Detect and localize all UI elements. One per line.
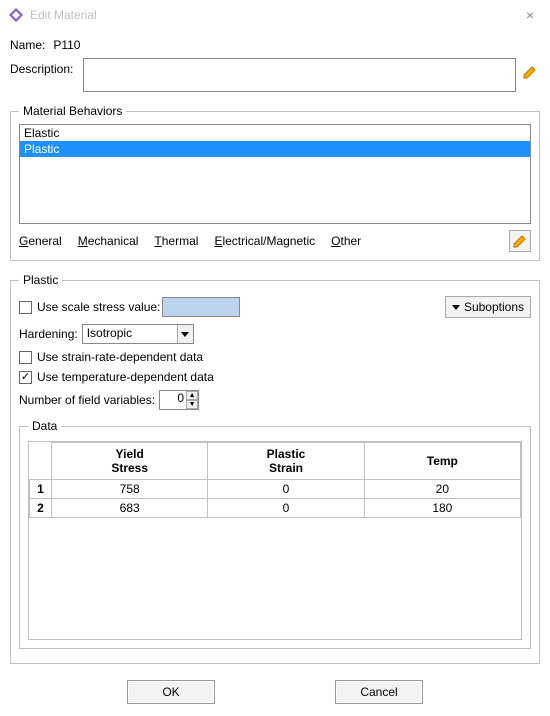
use-scale-label: Use scale stress value: (37, 300, 160, 314)
window-title: Edit Material (30, 8, 97, 22)
name-label: Name: (10, 38, 45, 52)
description-input[interactable] (83, 58, 516, 92)
col-header-yield[interactable]: YieldStress (52, 443, 208, 480)
data-group: Data YieldStress PlasticStrain Temp (19, 419, 531, 649)
menu-mechanical[interactable]: Mechanical (78, 234, 139, 248)
cell-temp[interactable]: 180 (364, 499, 520, 518)
suboptions-button[interactable]: Suboptions (445, 296, 531, 318)
plastic-legend: Plastic (19, 273, 62, 287)
menu-electrical[interactable]: Electrical/Magnetic (214, 234, 315, 248)
chevron-down-icon (181, 332, 189, 337)
cell-yield[interactable]: 758 (52, 480, 208, 499)
temp-dependent-label: Use temperature-dependent data (37, 370, 214, 384)
pencil-icon[interactable] (522, 64, 540, 82)
row-header-blank (30, 443, 52, 480)
ok-button[interactable]: OK (127, 680, 215, 704)
title-bar: Edit Material × (0, 0, 550, 30)
name-value: P110 (53, 38, 80, 52)
strain-rate-checkbox[interactable] (19, 351, 32, 364)
data-legend: Data (28, 419, 61, 433)
table-row[interactable]: 2 683 0 180 (30, 499, 521, 518)
behaviors-item-plastic[interactable]: Plastic (20, 141, 530, 157)
hardening-label: Hardening: (19, 327, 78, 341)
app-icon (8, 7, 24, 23)
material-behaviors-group: Material Behaviors Elastic Plastic Gener… (10, 104, 540, 261)
menu-general[interactable]: General (19, 234, 62, 248)
col-header-temp[interactable]: Temp (364, 443, 520, 480)
temp-dependent-checkbox[interactable] (19, 371, 32, 384)
field-vars-spin-down[interactable]: ▼ (186, 400, 198, 409)
row-number: 2 (30, 499, 52, 518)
material-behaviors-legend: Material Behaviors (19, 104, 126, 118)
data-table[interactable]: YieldStress PlasticStrain Temp 1 758 0 2… (29, 442, 521, 518)
behaviors-list[interactable]: Elastic Plastic (19, 124, 531, 224)
behaviors-item-elastic[interactable]: Elastic (20, 125, 530, 141)
close-icon[interactable]: × (518, 3, 542, 27)
use-scale-checkbox[interactable] (19, 301, 32, 314)
strain-rate-label: Use strain-rate-dependent data (37, 350, 203, 364)
menu-other[interactable]: Other (331, 234, 361, 248)
field-vars-label: Number of field variables: (19, 393, 155, 407)
field-vars-spin-up[interactable]: ▲ (186, 391, 198, 400)
scale-value-input[interactable] (162, 297, 240, 317)
row-number: 1 (30, 480, 52, 499)
menu-thermal[interactable]: Thermal (154, 234, 198, 248)
hardening-dropdown-button[interactable] (177, 325, 193, 343)
cell-strain[interactable]: 0 (208, 499, 364, 518)
cell-temp[interactable]: 20 (364, 480, 520, 499)
cell-yield[interactable]: 683 (52, 499, 208, 518)
description-label: Description: (10, 58, 73, 76)
cell-strain[interactable]: 0 (208, 480, 364, 499)
cancel-button[interactable]: Cancel (335, 680, 423, 704)
table-row[interactable]: 1 758 0 20 (30, 480, 521, 499)
col-header-strain[interactable]: PlasticStrain (208, 443, 364, 480)
plastic-group: Plastic Use scale stress value: Suboptio… (10, 273, 540, 664)
chevron-down-icon (452, 305, 460, 310)
behaviors-edit-button[interactable] (509, 230, 531, 252)
